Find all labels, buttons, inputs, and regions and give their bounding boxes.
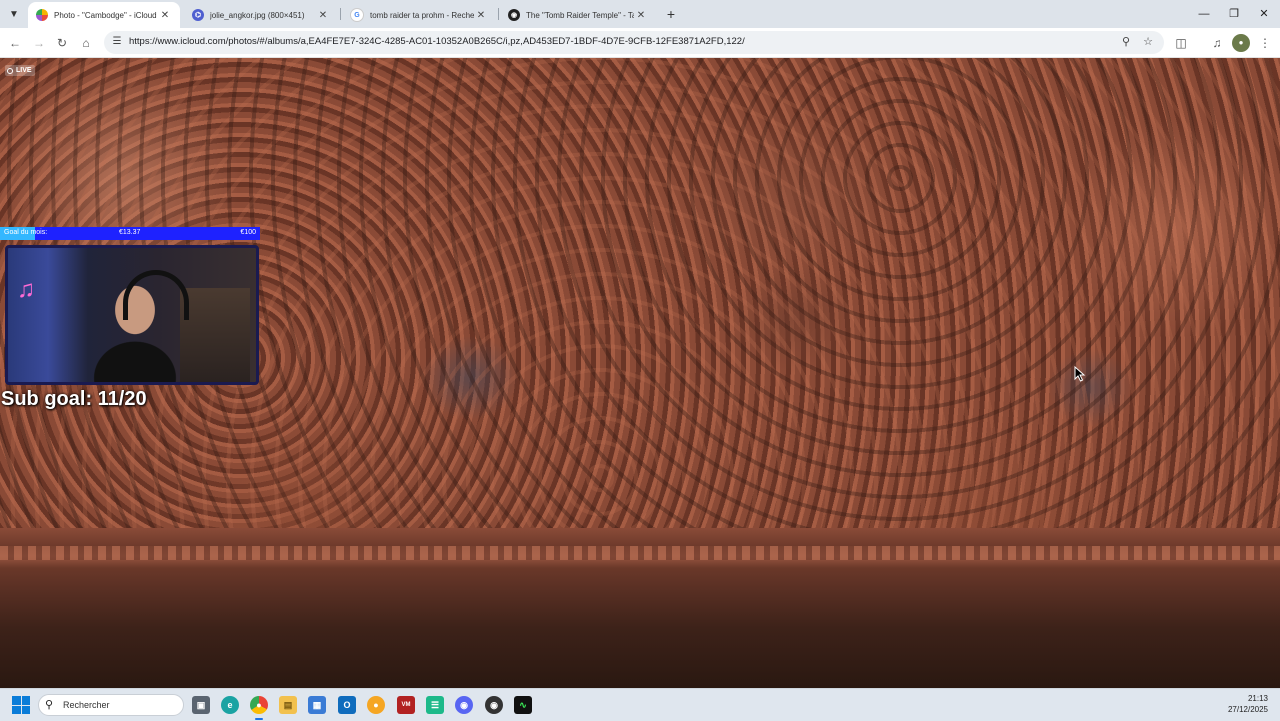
profile-avatar-icon[interactable]: ● <box>1232 34 1250 52</box>
home-icon[interactable]: ⌂ <box>77 34 95 52</box>
image-icon: ⌬ <box>192 9 204 21</box>
tab-title: jolie_angkor.jpg (800×451) <box>210 10 305 20</box>
live-icon <box>7 67 13 74</box>
goal-current-amount: €13.37 <box>119 229 141 236</box>
webcam-feed: ♫ <box>5 245 259 385</box>
discord-icon[interactable]: ◉ <box>455 696 473 714</box>
tab-title: The "Tomb Raider Temple" - Ta <box>526 10 634 20</box>
restore-icon[interactable]: ❐ <box>1218 0 1250 28</box>
tab-title: tomb raider ta prohm - Recherc <box>370 10 474 20</box>
taskbar: ⚲ Rechercher ▣ e ● ▤ ▦ O ● VM ☰ ◉ ◉ ∿ 21… <box>0 688 1280 721</box>
bookmark-star-icon[interactable]: ☆ <box>1140 34 1156 50</box>
chrome-icon[interactable]: ● <box>250 696 268 714</box>
goal-target-amount: €100 <box>240 229 256 236</box>
webcam-background-shelf <box>180 288 250 382</box>
google-icon: G <box>350 8 364 22</box>
search-placeholder: Rechercher <box>63 700 110 710</box>
tab-google-search[interactable]: G tomb raider ta prohm - Recherc ✕ <box>342 2 496 28</box>
sub-goal-text: Sub goal: 11/20 <box>1 388 147 410</box>
outlook-icon[interactable]: O <box>338 696 356 714</box>
media-controls-icon[interactable]: ♫ <box>1208 34 1226 52</box>
close-tab-icon[interactable]: ✕ <box>316 10 330 21</box>
tab-strip: ▼ Photo - "Cambodge" - iCloud P ✕ ⌬ joli… <box>0 0 1280 28</box>
extensions-icon[interactable]: ◫ <box>1172 34 1190 52</box>
url-text[interactable]: https://www.icloud.com/photos/#/albums/a… <box>129 36 745 47</box>
neon-light-icon: ♫ <box>17 276 35 303</box>
tab-separator <box>340 8 341 20</box>
file-explorer-icon[interactable]: ▤ <box>279 696 297 714</box>
donation-goal-bar: Goal du mois: €13.37 €100 <box>0 227 260 240</box>
close-tab-icon[interactable]: ✕ <box>158 10 172 21</box>
system-clock[interactable]: 21:13 27/12/2025 <box>1228 693 1268 715</box>
mouse-cursor-icon <box>1074 366 1086 382</box>
back-icon[interactable]: ← <box>6 34 24 52</box>
zoom-icon[interactable]: ⚲ <box>1118 34 1134 50</box>
audio-monitor-icon[interactable]: ∿ <box>514 696 532 714</box>
windows-start-icon[interactable] <box>12 696 30 714</box>
task-view-icon[interactable]: ▣ <box>192 696 210 714</box>
temple-decorative-band <box>0 546 1280 560</box>
browser-toolbar: ← → ↻ ⌂ ☰ https://www.icloud.com/photos/… <box>0 28 1280 58</box>
more-menu-icon[interactable]: ⋮ <box>1256 34 1274 52</box>
tab-search-menu-icon[interactable]: ▼ <box>4 4 24 24</box>
edge-icon[interactable]: e <box>221 696 239 714</box>
tab-jolie-angkor[interactable]: ⌬ jolie_angkor.jpg (800×451) ✕ <box>184 2 338 28</box>
site-icon: ◉ <box>508 9 520 21</box>
chrome-beta-icon[interactable]: ● <box>367 696 385 714</box>
tab-separator <box>498 8 499 20</box>
reload-icon[interactable]: ↻ <box>53 34 71 52</box>
forward-icon[interactable]: → <box>30 34 48 52</box>
app-icon[interactable]: ☰ <box>426 696 444 714</box>
close-tab-icon[interactable]: ✕ <box>634 10 648 21</box>
tab-tomb-raider-temple[interactable]: ◉ The "Tomb Raider Temple" - Ta ✕ <box>500 2 656 28</box>
search-icon: ⚲ <box>45 699 54 711</box>
address-bar[interactable]: ☰ https://www.icloud.com/photos/#/albums… <box>104 31 1164 54</box>
tab-icloud-photo[interactable]: Photo - "Cambodge" - iCloud P ✕ <box>28 2 180 28</box>
voicemeeter-icon[interactable]: VM <box>397 696 415 714</box>
live-label: LIVE <box>16 67 32 74</box>
new-tab-icon[interactable]: + <box>662 5 680 23</box>
taskbar-search-input[interactable]: ⚲ Rechercher <box>38 694 184 716</box>
live-photo-badge[interactable]: LIVE <box>5 65 35 76</box>
close-tab-icon[interactable]: ✕ <box>474 10 488 21</box>
clock-date: 27/12/2025 <box>1227 705 1268 714</box>
icloud-photos-icon <box>36 9 48 21</box>
tab-title: Photo - "Cambodge" - iCloud P <box>54 10 158 20</box>
clock-time: 21:13 <box>1247 694 1268 703</box>
minimize-icon[interactable]: — <box>1188 0 1220 28</box>
close-window-icon[interactable]: ✕ <box>1248 0 1280 28</box>
site-info-icon[interactable]: ☰ <box>110 35 124 49</box>
obs-icon[interactable]: ◉ <box>485 696 503 714</box>
store-icon[interactable]: ▦ <box>308 696 326 714</box>
goal-label: Goal du mois: <box>4 229 48 236</box>
